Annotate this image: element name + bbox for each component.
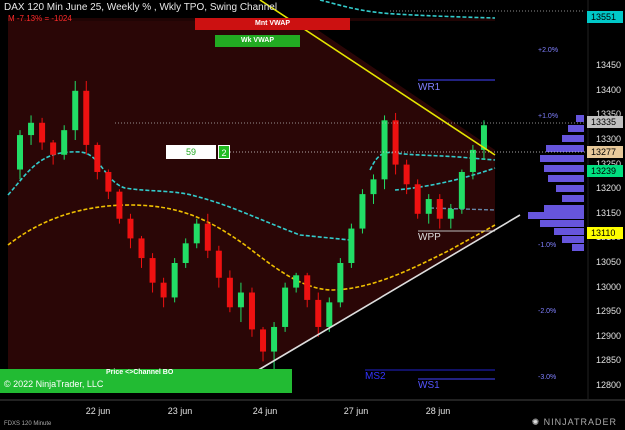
- candle: [282, 282, 289, 332]
- ninjatrader-icon: ✺: [531, 417, 544, 427]
- time-tick-label: 28 jun: [425, 406, 451, 416]
- candle: [414, 179, 421, 219]
- ws1-label: WS1: [418, 380, 440, 391]
- counter-value: 59: [185, 147, 196, 157]
- percent-level-label: -3.0%: [538, 374, 557, 381]
- candle: [458, 169, 465, 214]
- price-marker: 13335: [587, 116, 623, 128]
- percent-level-label: -2.0%: [538, 308, 557, 315]
- chart-title: DAX 120 Min June 25, Weekly % , Wkly TPO…: [4, 2, 278, 13]
- price-tick-label: 13400: [595, 84, 621, 95]
- price-marker: 13277: [587, 146, 623, 158]
- percent-level-label: +2.0%: [538, 47, 559, 54]
- chart-subtitle: M -7.13% = -1024: [8, 14, 72, 23]
- candle: [359, 189, 366, 234]
- price-tick-label: 13150: [595, 207, 621, 218]
- candle: [348, 223, 355, 268]
- time-tick-label: 22 jun: [85, 406, 111, 416]
- candle: [337, 258, 344, 308]
- ms2-label: MS2: [365, 371, 386, 382]
- candle: [248, 287, 255, 337]
- time-tick-label: 23 jun: [167, 406, 193, 416]
- percent-level-label: -1.0%: [538, 242, 557, 249]
- price-marker: 13110: [587, 227, 623, 239]
- channel-breakout-text: Price <>Channel BO: [106, 369, 174, 376]
- price-tick-label: 12800: [595, 380, 621, 390]
- weekly-vwap-button[interactable]: Wk VWAP: [215, 35, 300, 47]
- price-marker: 13551: [587, 11, 623, 23]
- price-tick-label: 12950: [595, 306, 621, 317]
- wpp-label: WPP: [418, 232, 441, 243]
- counter-box: 59: [166, 145, 216, 159]
- counter-badge[interactable]: 2: [218, 145, 230, 159]
- candle: [61, 125, 68, 160]
- price-tick-label: 13300: [595, 134, 621, 144]
- price-tick-label: 13000: [595, 281, 621, 292]
- brand-logo: ✺ NINJATRADER: [531, 417, 617, 427]
- price-tick-label: 13200: [595, 183, 621, 194]
- price-tick-label: 13050: [595, 257, 621, 267]
- candle: [116, 189, 123, 224]
- time-tick-label: 27 jun: [343, 406, 369, 416]
- instrument-footer: FDXS 120 Minute: [4, 421, 52, 427]
- price-chart[interactable]: [0, 0, 625, 430]
- price-marker: 13239: [587, 165, 623, 177]
- price-tick-label: 12900: [595, 330, 621, 341]
- wr1-label: WR1: [418, 82, 441, 93]
- candle: [83, 80, 90, 155]
- price-tick-label: 13450: [595, 60, 621, 71]
- price-tick-label: 12850: [595, 355, 621, 366]
- percent-level-label: +1.0%: [538, 113, 559, 120]
- copyright-text: © 2022 NinjaTrader, LLC: [4, 379, 104, 389]
- monthly-vwap-button[interactable]: Mnt VWAP: [195, 18, 350, 30]
- time-tick-label: 24 jun: [252, 406, 278, 416]
- candle: [171, 258, 178, 303]
